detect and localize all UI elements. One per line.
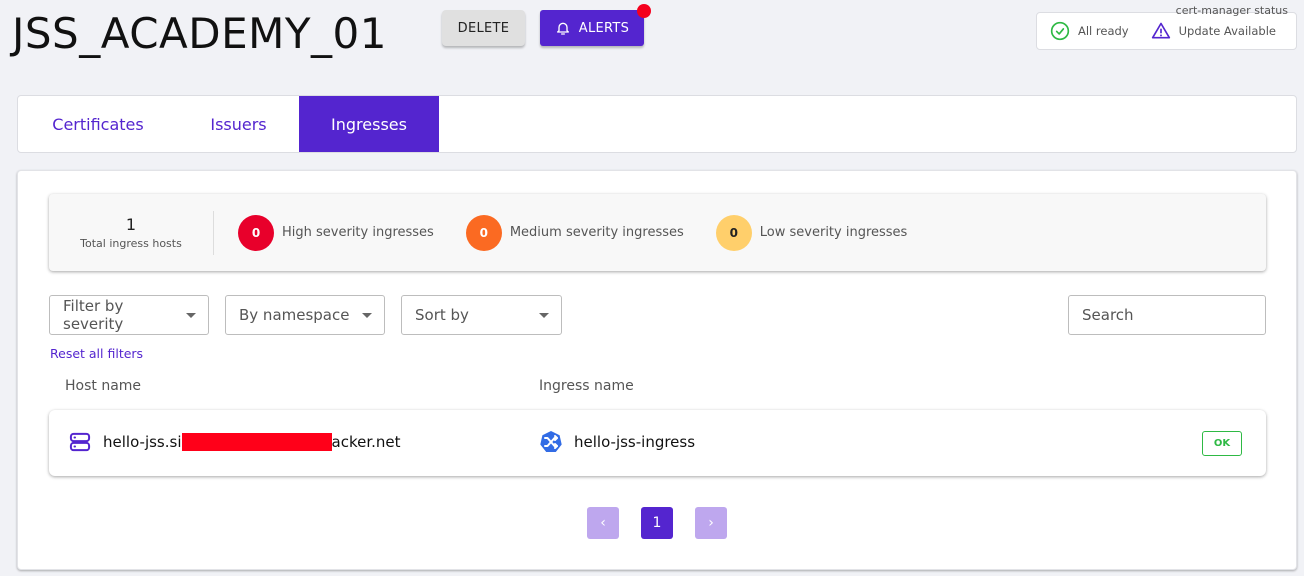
low-severity: 0 Low severity ingresses [715,214,908,251]
caret-down-icon [362,312,372,318]
low-severity-label: Low severity ingresses [759,225,908,240]
status-badge: OK [1202,431,1242,456]
status-update-available[interactable]: Update Available [1151,21,1276,41]
chevron-left-icon: ‹ [600,515,606,531]
severity-summary: 1 Total ingress hosts 0 High severity in… [49,194,1266,271]
medium-severity-count: 0 [465,214,502,251]
total-count: 1 [125,215,137,234]
dropdown-value: Sort by [415,306,469,324]
delete-button[interactable]: DELETE [442,10,525,46]
caret-down-icon [539,312,549,318]
namespace-dropdown[interactable]: By namespace [225,295,385,335]
alerts-button[interactable]: ALERTS [540,4,651,46]
kubernetes-ingress-icon [540,431,562,452]
notification-dot [637,4,651,18]
redacted-block [181,433,332,452]
low-severity-count: 0 [715,214,752,251]
tab-ingresses[interactable]: Ingresses [299,96,439,152]
medium-severity: 0 Medium severity ingresses [465,214,684,251]
total-ingress-hosts: 1 Total ingress hosts [49,210,214,255]
caret-down-icon [186,312,196,318]
medium-severity-label: Medium severity ingresses [509,225,684,240]
tab-bar: Certificates Issuers Ingresses [17,95,1297,153]
host-name: hello-jss.si acker.net [103,432,401,452]
alerts-label: ALERTS [578,20,630,36]
high-severity-count: 0 [238,214,274,251]
table-row[interactable]: hello-jss.si acker.net hello-jss-ingress … [49,410,1266,476]
page-1-button[interactable]: 1 [641,507,673,539]
cert-manager-status-box: cert-manager status All ready Update Ava… [1036,4,1297,50]
next-page-button[interactable]: › [695,507,727,539]
status-caption: cert-manager status [1175,4,1288,17]
severity-filter-dropdown[interactable]: Filter by severity [49,295,209,335]
chevron-right-icon: › [708,515,714,531]
ingress-name: hello-jss-ingress [574,433,696,451]
prev-page-button[interactable]: ‹ [587,507,619,539]
ingresses-panel: 1 Total ingress hosts 0 High severity in… [17,170,1297,570]
status-label: All ready [1078,24,1129,38]
tab-certificates[interactable]: Certificates [18,96,178,152]
ingress-cell: hello-jss-ingress [539,430,695,454]
column-header-ingress: Ingress name [539,378,634,394]
high-severity-label: High severity ingresses [282,225,434,240]
column-header-host: Host name [65,378,142,394]
total-label: Total ingress hosts [80,237,182,250]
dropdown-value: Filter by severity [63,297,124,333]
sort-dropdown[interactable]: Sort by [401,295,562,335]
bell-icon [556,22,569,35]
host-cell: hello-jss.si acker.net [69,432,401,452]
high-severity: 0 High severity ingresses [238,214,434,251]
check-circle-icon [1050,21,1070,41]
status-label: Update Available [1178,24,1276,38]
page-title: JSS_ACADEMY_01 [12,9,387,58]
reset-filters-link[interactable]: Reset all filters [50,346,143,361]
search-input[interactable] [1068,295,1266,335]
status-all-ready: All ready [1050,21,1129,41]
warning-triangle-icon [1151,22,1170,39]
dropdown-value: By namespace [239,306,350,324]
tab-issuers[interactable]: Issuers [178,96,299,152]
server-icon [69,432,91,452]
